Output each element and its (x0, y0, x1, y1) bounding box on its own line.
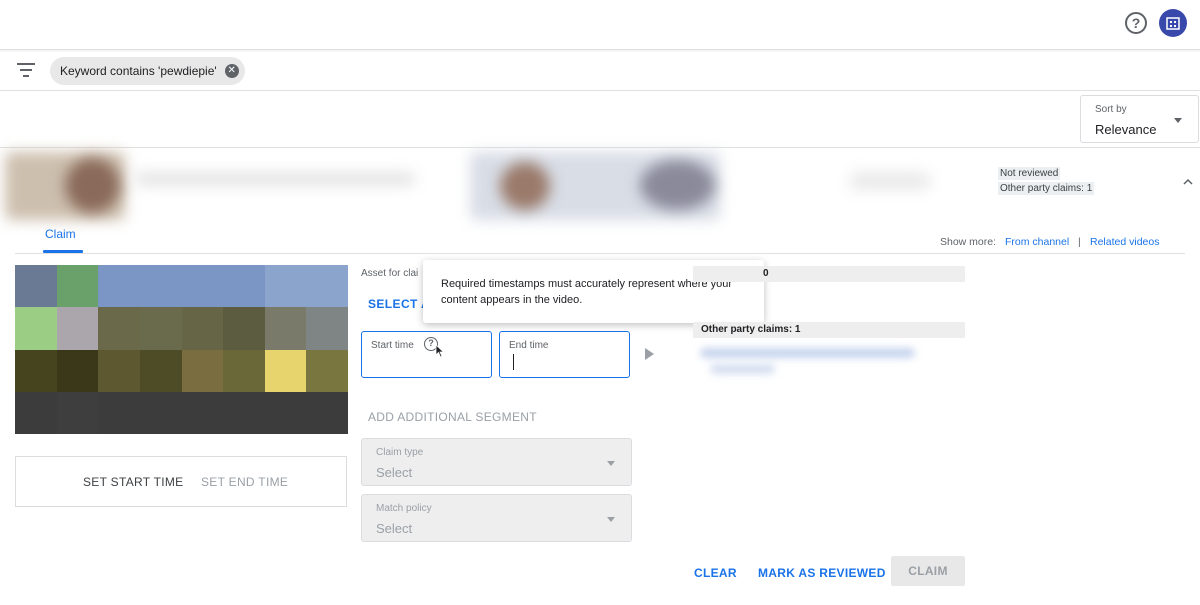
thumbnail-cell (56, 391, 99, 434)
thumbnail-cell (223, 265, 265, 308)
thumbnail-cell (139, 349, 182, 392)
mark-as-reviewed-button[interactable]: MARK AS REVIEWED (758, 566, 886, 580)
add-segment-button[interactable]: ADD ADDITIONAL SEGMENT (368, 410, 537, 424)
thumbnail-cell (306, 349, 348, 392)
start-time-field[interactable]: Start time ? (361, 331, 492, 378)
thumbnail-cell (223, 349, 265, 392)
blurred-text (850, 172, 930, 190)
thumbnail-cell (306, 265, 348, 308)
thumbnail-cell (306, 391, 348, 434)
thumbnail-cell (181, 349, 224, 392)
related-videos-link[interactable]: Related videos (1090, 236, 1159, 248)
thumbnail-cell (264, 265, 307, 308)
match-policy-label: Match policy (376, 503, 432, 514)
start-time-label: Start time (371, 340, 414, 351)
tab-claim[interactable]: Claim (45, 227, 76, 241)
video-player[interactable] (15, 265, 348, 434)
other-party-claims-bar: Other party claims: 1 (693, 322, 965, 338)
thumbnail-cell (223, 307, 265, 350)
thumbnail-cell (181, 391, 224, 434)
thumbnail-cell (306, 307, 348, 350)
thumbnail-cell (264, 349, 307, 392)
claim-type-value: Select (376, 465, 413, 480)
channel-avatar-icon[interactable] (1159, 9, 1187, 37)
thumbnail-cell (15, 265, 57, 308)
thumbnail-cell (15, 307, 57, 350)
thumbnail-cell (181, 265, 224, 308)
blurred-avatar (500, 162, 550, 210)
thumbnail-cell (98, 349, 140, 392)
thumbnail-cell (181, 307, 224, 350)
claim-type-label: Claim type (376, 447, 424, 458)
dropdown-arrow-icon (1174, 118, 1182, 123)
text-cursor (513, 354, 514, 370)
thumbnail-cell (98, 391, 140, 434)
filter-chip-label: Keyword contains 'pewdiepie' (60, 64, 217, 78)
thumbnail-cell (15, 391, 57, 434)
filter-bar: Keyword contains 'pewdiepie' ✕ (0, 51, 1200, 91)
blurred-link (710, 364, 775, 374)
video-result-row[interactable]: Not reviewed Other party claims: 1 (0, 148, 1200, 222)
thumbnail-cell (264, 391, 307, 434)
building-icon (1166, 17, 1180, 30)
match-policy-value: Select (376, 521, 413, 536)
set-start-time-button[interactable]: SET START TIME (83, 475, 183, 489)
clear-button[interactable]: CLEAR (694, 566, 737, 580)
review-status-badge: Not reviewed (998, 167, 1061, 180)
link-separator: | (1078, 236, 1081, 248)
show-more-label: Show more: (940, 236, 997, 248)
mouse-pointer-icon (435, 344, 445, 358)
thumbnail-cell (264, 307, 307, 350)
detail-tabs: Claim Show more: From channel | Related … (15, 222, 1185, 254)
blurred-avatar (640, 160, 715, 210)
set-end-time-button[interactable]: SET END TIME (201, 475, 288, 489)
sort-by-value: Relevance (1095, 122, 1157, 137)
dropdown-arrow-icon (607, 517, 615, 522)
thumbnail-cell (98, 307, 140, 350)
match-policy-select[interactable]: Match policy Select (361, 494, 632, 542)
other-claims-badge: Other party claims: 1 (998, 182, 1095, 195)
keyword-filter-chip[interactable]: Keyword contains 'pewdiepie' ✕ (50, 57, 245, 85)
claim-button[interactable]: CLAIM (891, 556, 965, 586)
end-time-field[interactable]: End time (499, 331, 630, 378)
from-channel-link[interactable]: From channel (1005, 236, 1069, 248)
claims-summary-bar: 0 (693, 266, 965, 282)
thumbnail-cell (223, 391, 265, 434)
help-icon[interactable]: ? (1125, 12, 1147, 34)
dropdown-arrow-icon (607, 461, 615, 466)
active-tab-indicator (43, 250, 83, 253)
claim-type-select[interactable]: Claim type Select (361, 438, 632, 486)
play-icon[interactable] (645, 348, 654, 360)
thumbnail-cell (56, 265, 99, 308)
thumbnail-cell (56, 307, 99, 350)
end-time-label: End time (509, 340, 549, 351)
thumbnail-cell (139, 307, 182, 350)
blurred-avatar (65, 158, 120, 213)
blurred-title (135, 172, 415, 186)
filter-list-icon[interactable] (17, 63, 35, 77)
sort-by-label: Sort by (1095, 104, 1127, 115)
close-circle-icon[interactable]: ✕ (224, 64, 239, 78)
time-controls: SET START TIME SET END TIME (15, 456, 347, 507)
thumbnail-cell (98, 265, 140, 308)
asset-label: Asset for clai (361, 268, 419, 279)
blurred-link (700, 348, 915, 358)
chevron-up-icon[interactable] (1183, 177, 1193, 187)
sort-by-select[interactable]: Sort by Relevance (1080, 95, 1199, 143)
thumbnail-cell (15, 349, 57, 392)
top-app-bar: ? (0, 0, 1200, 50)
thumbnail-cell (56, 349, 99, 392)
thumbnail-cell (139, 391, 182, 434)
thumbnail-cell (139, 265, 182, 308)
